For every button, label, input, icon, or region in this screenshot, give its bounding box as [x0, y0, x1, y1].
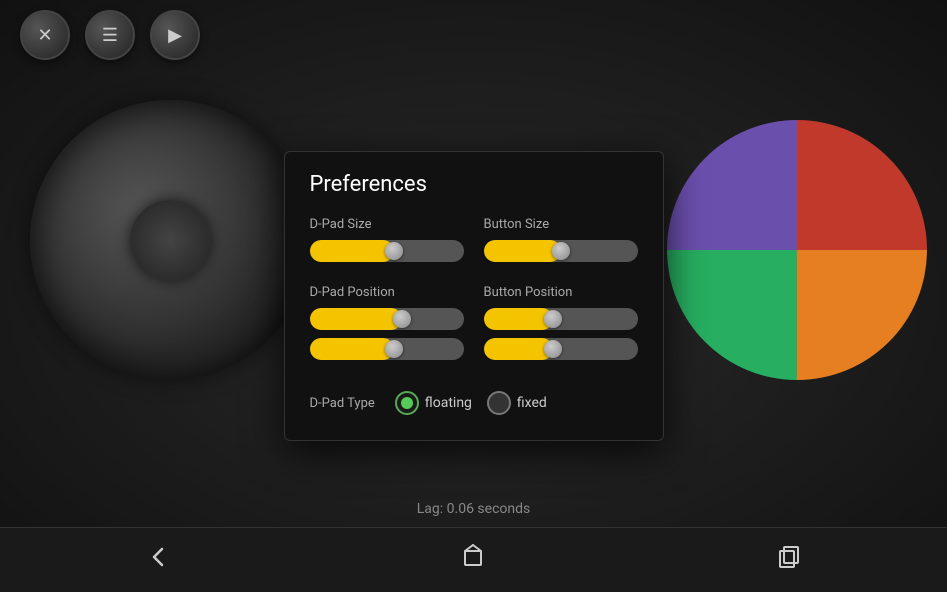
- home-icon: [459, 543, 487, 571]
- dpad-size-label: D-Pad Size: [310, 217, 464, 232]
- back-button[interactable]: [124, 533, 192, 587]
- dpad-type-label: D-Pad Type: [310, 396, 375, 411]
- radio-floating[interactable]: floating: [395, 391, 472, 415]
- button-position-section: Button Position: [484, 285, 638, 368]
- dpad-pos-y-fill: [310, 338, 395, 360]
- home-button[interactable]: [439, 533, 507, 587]
- btn-pos-x-fill: [484, 308, 553, 330]
- button-position-x-slider[interactable]: [484, 308, 638, 330]
- button-size-section: Button Size: [484, 217, 638, 270]
- button-size-label: Button Size: [484, 217, 638, 232]
- btn-pos-y-thumb[interactable]: [544, 340, 562, 358]
- dpad-size-slider[interactable]: [310, 240, 464, 262]
- btn-pos-x-thumb[interactable]: [544, 310, 562, 328]
- radio-fixed-label: fixed: [517, 395, 547, 411]
- preferences-dialog: Preferences D-Pad Size Button Size: [284, 151, 664, 441]
- lag-text: Lag: 0.06 seconds: [417, 501, 530, 517]
- dpad-pos-x-fill: [310, 308, 402, 330]
- dpad-size-fill: [310, 240, 395, 262]
- dpad-pos-y-thumb[interactable]: [385, 340, 403, 358]
- btn-pos-y-fill: [484, 338, 553, 360]
- dpad-pos-x-thumb[interactable]: [393, 310, 411, 328]
- dialog-title: Preferences: [310, 172, 638, 197]
- recent-button[interactable]: [755, 533, 823, 587]
- button-position-label: Button Position: [484, 285, 638, 300]
- bottom-nav-bar: [0, 527, 947, 592]
- dpad-position-x-slider[interactable]: [310, 308, 464, 330]
- dpad-type-row: D-Pad Type floating fixed: [310, 391, 638, 415]
- radio-floating-dot: [401, 397, 413, 409]
- dpad-position-label: D-Pad Position: [310, 285, 464, 300]
- dpad-size-thumb[interactable]: [385, 242, 403, 260]
- dpad-position-section: D-Pad Position: [310, 285, 464, 368]
- prefs-grid: D-Pad Size Button Size D-Pad Position: [310, 217, 638, 383]
- recent-icon: [775, 543, 803, 571]
- dpad-position-y-slider[interactable]: [310, 338, 464, 360]
- radio-floating-label: floating: [425, 395, 472, 411]
- radio-fixed[interactable]: fixed: [487, 391, 547, 415]
- radio-fixed-circle: [487, 391, 511, 415]
- dpad-size-section: D-Pad Size: [310, 217, 464, 270]
- button-size-slider[interactable]: [484, 240, 638, 262]
- button-size-fill: [484, 240, 561, 262]
- button-size-thumb[interactable]: [552, 242, 570, 260]
- button-position-y-slider[interactable]: [484, 338, 638, 360]
- dpad-type-radio-group: floating fixed: [395, 391, 547, 415]
- back-icon: [144, 543, 172, 571]
- radio-floating-circle: [395, 391, 419, 415]
